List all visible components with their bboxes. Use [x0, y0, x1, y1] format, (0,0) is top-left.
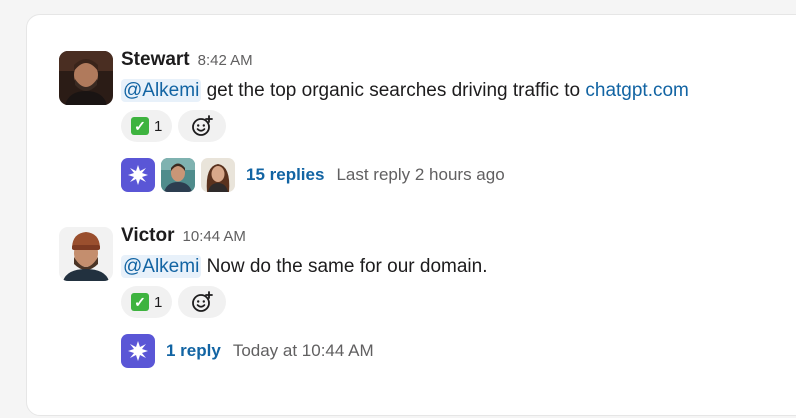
mention-alkemi[interactable]: @Alkemi	[121, 255, 202, 278]
add-reaction-button[interactable]	[178, 110, 227, 142]
alkemi-bot-icon	[121, 158, 155, 192]
participant-avatar	[161, 158, 195, 192]
message-text: @Alkemi get the top organic searches dri…	[121, 76, 796, 106]
link-chatgpt[interactable]: chatgpt.com	[585, 80, 689, 101]
reaction-bar: ✓ 1	[121, 286, 796, 318]
check-mark-emoji-icon: ✓	[131, 117, 149, 135]
add-reaction-button[interactable]	[178, 286, 227, 318]
reaction-bar: ✓ 1	[121, 110, 796, 142]
replies-count-link[interactable]: 15 replies	[246, 165, 324, 185]
mention-alkemi[interactable]: @Alkemi	[121, 79, 202, 102]
check-mark-emoji-icon: ✓	[131, 293, 149, 311]
reaction-count: 1	[154, 293, 163, 311]
last-reply-time: Today at 10:44 AM	[232, 341, 374, 360]
participant-avatar	[201, 158, 235, 192]
thread-summary[interactable]: 1 reply Today at 10:44 AM	[121, 333, 796, 369]
avatar-victor[interactable]	[59, 227, 113, 281]
add-reaction-icon	[192, 291, 214, 312]
message-timestamp[interactable]: 10:44 AM	[183, 228, 246, 245]
last-reply-time: Last reply 2 hours ago	[336, 165, 505, 184]
add-reaction-icon	[192, 115, 214, 136]
message-body: Now do the same for our domain.	[201, 256, 488, 277]
reaction-check[interactable]: ✓ 1	[121, 286, 173, 318]
reaction-check[interactable]: ✓ 1	[121, 110, 173, 142]
reaction-count: 1	[154, 117, 163, 135]
message-list: Stewart 8:42 AM @Alkemi get the top orga…	[26, 14, 796, 416]
alkemi-bot-icon	[121, 334, 155, 368]
message-timestamp[interactable]: 8:42 AM	[198, 52, 253, 69]
author-name[interactable]: Stewart	[121, 49, 190, 71]
thread-summary[interactable]: 15 replies Last reply 2 hours ago	[121, 157, 796, 193]
replies-count-link[interactable]: 1 reply	[166, 341, 221, 361]
author-name[interactable]: Victor	[121, 225, 175, 247]
message-text: @Alkemi Now do the same for our domain.	[121, 252, 796, 282]
message-body: get the top organic searches driving tra…	[201, 80, 586, 101]
avatar-stewart[interactable]	[59, 51, 113, 105]
